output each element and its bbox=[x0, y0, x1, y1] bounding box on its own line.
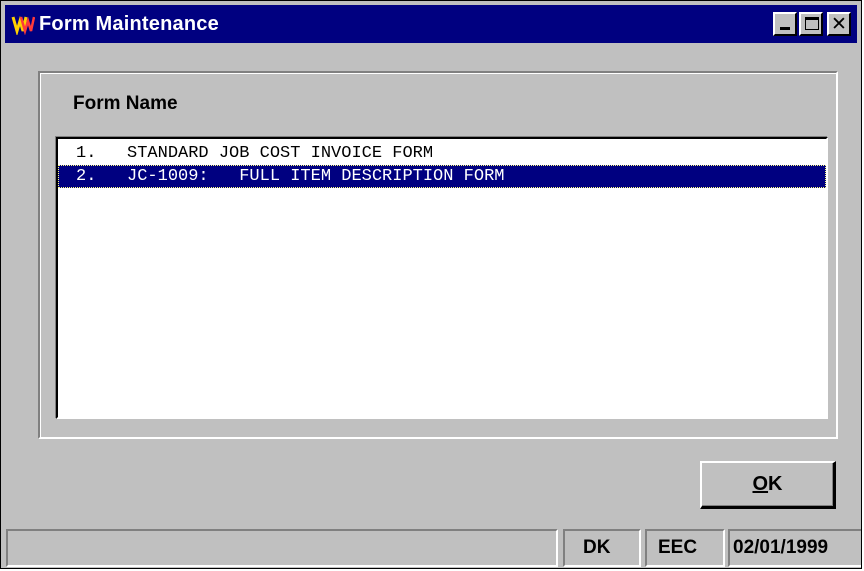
ok-mnemonic: O bbox=[752, 473, 769, 495]
minimize-icon bbox=[780, 27, 790, 30]
form-name-label: Form Name bbox=[73, 93, 178, 114]
window-title: Form Maintenance bbox=[39, 13, 219, 35]
status-date-panel: 02/01/1999 bbox=[728, 529, 861, 567]
maximize-button[interactable] bbox=[799, 12, 823, 36]
title-bar[interactable]: Form Maintenance ✕ bbox=[5, 5, 857, 43]
close-icon: ✕ bbox=[831, 13, 847, 35]
ok-label-rest: K bbox=[768, 473, 783, 495]
status-company-panel: EEC bbox=[645, 529, 725, 567]
status-company: EEC bbox=[658, 537, 698, 558]
window-controls: ✕ bbox=[771, 12, 851, 36]
app-logo-icon bbox=[11, 13, 35, 35]
status-message-panel bbox=[6, 529, 558, 567]
status-bar: DK EEC 02/01/1999 bbox=[1, 523, 861, 568]
minimize-button[interactable] bbox=[773, 12, 797, 36]
form-maintenance-window: Form Maintenance ✕ Form Name 1. STANDARD… bbox=[0, 0, 862, 569]
list-item[interactable]: 1. STANDARD JOB COST INVOICE FORM bbox=[58, 142, 826, 165]
status-user: DK bbox=[583, 537, 611, 558]
list-item-selected[interactable]: 2. JC-1009: FULL ITEM DESCRIPTION FORM bbox=[58, 165, 826, 188]
form-listbox[interactable]: 1. STANDARD JOB COST INVOICE FORM 2. JC-… bbox=[56, 137, 828, 419]
close-button[interactable]: ✕ bbox=[827, 12, 851, 36]
form-name-group: Form Name 1. STANDARD JOB COST INVOICE F… bbox=[38, 71, 838, 439]
maximize-icon bbox=[805, 17, 819, 30]
status-user-panel: DK bbox=[563, 529, 641, 567]
ok-button[interactable]: OK bbox=[700, 461, 836, 509]
status-date: 02/01/1999 bbox=[733, 537, 829, 558]
